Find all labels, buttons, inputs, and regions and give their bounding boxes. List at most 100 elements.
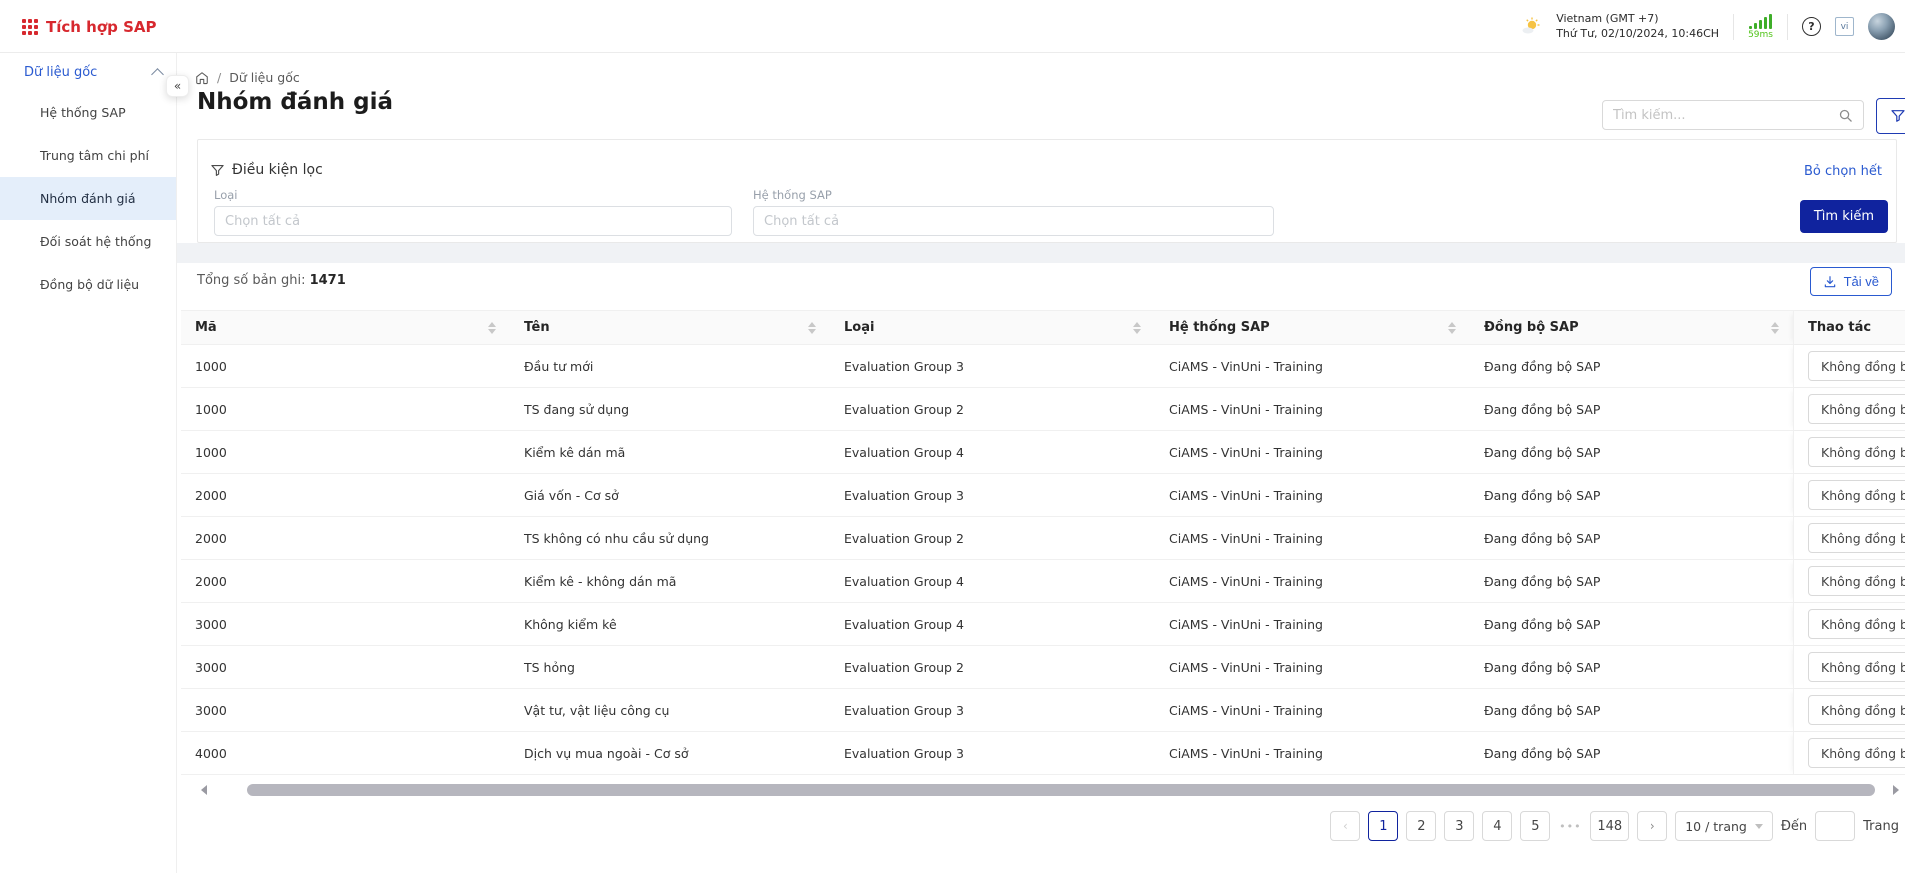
- horizontal-scrollbar[interactable]: [181, 783, 1905, 797]
- sort-icon[interactable]: [1771, 322, 1779, 334]
- sidebar-group-du-lieu-goc[interactable]: Dữ liệu gốc: [0, 53, 176, 91]
- language-selector[interactable]: vi: [1835, 17, 1854, 36]
- filter-search-button[interactable]: Tìm kiếm: [1800, 200, 1888, 233]
- table-search: [1602, 100, 1864, 130]
- home-icon[interactable]: [195, 71, 209, 85]
- cell-type: Evaluation Group 4: [830, 560, 1155, 602]
- pagination-page-3[interactable]: 3: [1444, 811, 1474, 841]
- sort-icon[interactable]: [808, 322, 816, 334]
- clear-all-filters-link[interactable]: Bỏ chọn hết: [1804, 164, 1882, 179]
- sort-icon[interactable]: [1448, 322, 1456, 334]
- cell-name: Giá vốn - Cơ sở: [510, 474, 830, 516]
- cell-code: 3000: [181, 689, 510, 731]
- sidebar-item-he-thong-sap[interactable]: Hệ thống SAP: [0, 91, 176, 134]
- unsync-sap-button[interactable]: Không đồng bộ SAP: [1808, 480, 1905, 510]
- unsync-sap-button[interactable]: Không đồng bộ SAP: [1808, 609, 1905, 639]
- pagination-page-1[interactable]: 1: [1368, 811, 1398, 841]
- sidebar-item-dong-bo-du-lieu[interactable]: Đồng bộ dữ liệu: [0, 263, 176, 306]
- cell-name: TS hỏng: [510, 646, 830, 688]
- table-row: 3000Không kiểm kêEvaluation Group 4CiAMS…: [181, 603, 1905, 646]
- pagination-page-5[interactable]: 5: [1520, 811, 1550, 841]
- download-button[interactable]: Tải về: [1810, 267, 1892, 296]
- cell-name: TS không có nhu cầu sử dụng: [510, 517, 830, 559]
- scroll-right-arrow-icon[interactable]: [1893, 785, 1899, 795]
- cell-code: 3000: [181, 646, 510, 688]
- unsync-sap-button[interactable]: Không đồng bộ SAP: [1808, 652, 1905, 682]
- pagination-page-2[interactable]: 2: [1406, 811, 1436, 841]
- unsync-sap-button[interactable]: Không đồng bộ SAP: [1808, 695, 1905, 725]
- goto-page-label: Đến: [1781, 819, 1807, 834]
- table-row: 4000Dịch vụ mua ngoài - Cơ sởEvaluation …: [181, 732, 1905, 775]
- table-row: 1000Đầu tư mớiEvaluation Group 3CiAMS - …: [181, 345, 1905, 388]
- divider: [1787, 14, 1788, 40]
- app-logo[interactable]: Tích hợp SAP: [22, 0, 157, 53]
- cell-type: Evaluation Group 2: [830, 517, 1155, 559]
- pagination-page-last[interactable]: 148: [1590, 811, 1629, 841]
- page-size-value: 10 / trang: [1685, 819, 1747, 834]
- column-header-he-thong-sap[interactable]: Hệ thống SAP: [1155, 311, 1470, 344]
- column-header-ma[interactable]: Mã: [181, 311, 510, 344]
- avatar[interactable]: [1868, 13, 1895, 40]
- cell-type: Evaluation Group 3: [830, 474, 1155, 516]
- column-header-ten[interactable]: Tên: [510, 311, 830, 344]
- grid-logo-icon: [22, 19, 38, 35]
- funnel-icon: [210, 163, 225, 178]
- table-row: 3000TS hỏngEvaluation Group 2CiAMS - Vin…: [181, 646, 1905, 689]
- cell-actions: Không đồng bộ SAP: [1793, 388, 1905, 430]
- weather-sun-icon: [1520, 16, 1542, 38]
- filter-panel: Điều kiện lọc Bỏ chọn hết Loại Chọn tất …: [197, 139, 1897, 243]
- divider: [1733, 14, 1734, 40]
- unsync-sap-button[interactable]: Không đồng bộ SAP: [1808, 437, 1905, 467]
- filter-field-label: Hệ thống SAP: [753, 188, 1274, 202]
- goto-page-input[interactable]: [1815, 811, 1855, 841]
- search-icon[interactable]: [1838, 108, 1853, 123]
- cell-sync-status: Đang đồng bộ SAP: [1470, 689, 1793, 731]
- scroll-left-arrow-icon[interactable]: [201, 785, 207, 795]
- cell-actions: Không đồng bộ SAP: [1793, 603, 1905, 645]
- unsync-sap-button[interactable]: Không đồng bộ SAP: [1808, 351, 1905, 381]
- scrollbar-thumb[interactable]: [247, 784, 1875, 796]
- cell-system: CiAMS - VinUni - Training: [1155, 732, 1470, 774]
- sidebar-collapse-button[interactable]: «: [166, 75, 189, 97]
- sidebar-item-doi-soat-he-thong[interactable]: Đối soát hệ thống: [0, 220, 176, 263]
- pagination-prev-button[interactable]: ‹: [1330, 811, 1360, 841]
- table-row: 2000Kiểm kê - không dán mãEvaluation Gro…: [181, 560, 1905, 603]
- loai-select[interactable]: Chọn tất cả: [214, 206, 732, 236]
- records-total-label: Tổng số bản ghi:: [197, 273, 305, 288]
- pagination-ellipsis[interactable]: •••: [1558, 820, 1582, 833]
- breadcrumb-item[interactable]: Dữ liệu gốc: [229, 70, 300, 85]
- he-thong-sap-select[interactable]: Chọn tất cả: [753, 206, 1274, 236]
- cell-sync-status: Đang đồng bộ SAP: [1470, 388, 1793, 430]
- cell-type: Evaluation Group 2: [830, 646, 1155, 688]
- sort-icon[interactable]: [488, 322, 496, 334]
- filter-field-he-thong-sap: Hệ thống SAP Chọn tất cả: [753, 188, 1274, 236]
- breadcrumb: / Dữ liệu gốc: [195, 70, 300, 85]
- cell-system: CiAMS - VinUni - Training: [1155, 560, 1470, 602]
- cell-system: CiAMS - VinUni - Training: [1155, 388, 1470, 430]
- help-icon[interactable]: ?: [1802, 17, 1821, 36]
- unsync-sap-button[interactable]: Không đồng bộ SAP: [1808, 394, 1905, 424]
- pagination-next-button[interactable]: ›: [1637, 811, 1667, 841]
- column-header-dong-bo-sap[interactable]: Đồng bộ SAP: [1470, 311, 1793, 344]
- table-row: 3000Vật tư, vật liệu công cụEvaluation G…: [181, 689, 1905, 732]
- sidebar-item-trung-tam-chi-phi[interactable]: Trung tâm chi phí: [0, 134, 176, 177]
- column-header-loai[interactable]: Loại: [830, 311, 1155, 344]
- unsync-sap-button[interactable]: Không đồng bộ SAP: [1808, 566, 1905, 596]
- search-input[interactable]: [1613, 108, 1830, 123]
- download-label: Tải về: [1844, 274, 1879, 289]
- cell-type: Evaluation Group 2: [830, 388, 1155, 430]
- cell-system: CiAMS - VinUni - Training: [1155, 474, 1470, 516]
- unsync-sap-button[interactable]: Không đồng bộ SAP: [1808, 738, 1905, 768]
- cell-sync-status: Đang đồng bộ SAP: [1470, 646, 1793, 688]
- cell-actions: Không đồng bộ SAP: [1793, 560, 1905, 602]
- top-bar: Tích hợp SAP Vietnam (GMT +7) Thứ Tư, 02…: [0, 0, 1905, 53]
- sort-icon[interactable]: [1133, 322, 1141, 334]
- table-row: 1000Kiểm kê dán mãEvaluation Group 4CiAM…: [181, 431, 1905, 474]
- pagination-page-4[interactable]: 4: [1482, 811, 1512, 841]
- filter-toggle-button[interactable]: [1876, 98, 1905, 134]
- cell-sync-status: Đang đồng bộ SAP: [1470, 345, 1793, 387]
- unsync-sap-button[interactable]: Không đồng bộ SAP: [1808, 523, 1905, 553]
- page-size-select[interactable]: 10 / trang: [1675, 811, 1773, 841]
- sidebar-item-nhom-danh-gia[interactable]: Nhóm đánh giá: [0, 177, 176, 220]
- records-total-value: 1471: [310, 273, 346, 288]
